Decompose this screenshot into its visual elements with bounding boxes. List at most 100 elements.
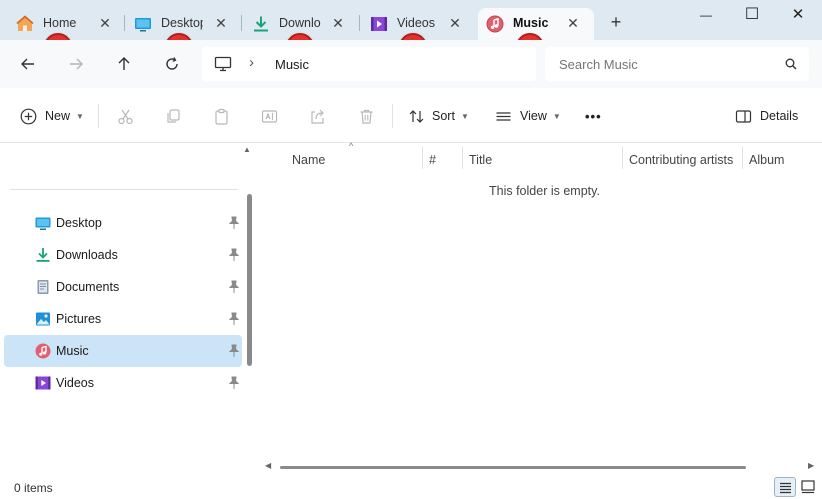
sidebar-item-label: Desktop [56,216,102,230]
pin-icon[interactable] [228,280,240,294]
details-label: Details [760,109,799,123]
pin-icon[interactable] [228,216,240,230]
rename-button[interactable] [261,104,278,128]
sidebar-item-music[interactable]: Music [4,335,242,367]
sort-label: Sort [432,109,455,123]
column-divider[interactable] [622,147,623,169]
videos-icon [35,376,51,390]
navigation-bar: › Music [0,40,822,88]
tab-label: Videos [397,16,435,30]
new-tab-button[interactable]: + [606,12,626,32]
divider [98,104,99,128]
paste-button[interactable] [213,104,230,128]
close-icon[interactable]: ✕ [329,14,347,32]
divider [10,189,238,190]
refresh-icon [166,57,178,70]
close-window-button[interactable]: ✕ [775,0,821,32]
trash-icon [360,109,373,124]
sidebar-item-documents[interactable]: Documents [4,271,242,303]
column-divider[interactable] [742,147,743,169]
sidebar-item-label: Downloads [56,248,118,262]
column-divider[interactable] [462,147,463,169]
horizontal-scrollbar-thumb[interactable] [280,466,746,469]
close-icon[interactable]: ✕ [212,14,230,32]
new-button[interactable]: New ▼ [20,104,84,128]
scroll-left-arrow[interactable]: ◀ [265,461,271,470]
column-divider[interactable] [422,147,423,169]
pin-icon[interactable] [228,376,240,390]
chevron-down-icon: ▼ [460,111,469,121]
breadcrumb-music[interactable]: Music [275,57,309,72]
copy-icon [167,108,180,123]
close-icon[interactable]: ✕ [96,14,114,32]
sidebar-item-label: Music [56,344,89,358]
new-label: New [45,109,71,123]
maximize-button[interactable]: ☐ [729,0,775,32]
command-bar: New ▼ Sort ▼ View ▼ ••• Details [0,88,822,143]
chevron-down-icon: ▼ [552,111,561,121]
share-button[interactable] [309,104,326,128]
pin-icon[interactable] [228,344,240,358]
tab-label: Downlo [279,16,321,30]
item-count: 0 items [14,481,53,495]
scroll-up-arrow[interactable]: ▲ [243,145,251,154]
cut-button[interactable] [117,104,134,128]
scissors-icon [118,109,133,124]
sort-button[interactable]: Sort ▼ [408,104,469,128]
sidebar-scrollbar-thumb[interactable] [247,194,252,366]
pictures-icon [36,312,50,326]
pin-icon[interactable] [228,248,240,262]
chevron-down-icon: ▼ [76,111,84,121]
arrow-up-icon [118,57,130,70]
tab-label: Music [513,16,549,30]
column-header-number[interactable]: # [429,149,436,171]
details-view-button[interactable] [774,477,796,497]
scroll-right-arrow[interactable]: ▶ [808,461,814,470]
sidebar-item-videos[interactable]: Videos [4,367,242,399]
tab-divider [124,15,125,31]
delete-button[interactable] [358,104,375,128]
column-header-contributing-artists[interactable]: Contributing artists [629,149,733,171]
column-header-name[interactable]: Name [292,149,325,171]
downloads-icon [36,248,50,262]
close-icon[interactable]: ✕ [564,14,582,32]
search-box[interactable] [545,47,809,81]
sidebar-item-pictures[interactable]: Pictures [4,303,242,335]
sidebar-item-desktop[interactable]: Desktop [4,207,242,239]
more-options-button[interactable]: ••• [585,104,602,128]
view-list-icon [496,111,511,121]
rename-icon [261,109,278,123]
desktop-icon [35,217,51,230]
sidebar-item-label: Videos [56,376,94,390]
pin-icon[interactable] [228,312,240,326]
column-header-title[interactable]: Title [469,149,492,171]
home-icon [16,15,34,31]
sidebar-item-downloads[interactable]: Downloads [4,239,242,271]
address-bar[interactable]: › Music [202,47,536,81]
navigation-pane: Desktop Downloads Documents Pictures Mus… [0,143,257,470]
details-pane-button[interactable]: Details [735,104,798,128]
copy-button[interactable] [165,104,182,128]
view-button[interactable]: View ▼ [495,104,561,128]
documents-icon [37,280,49,294]
monitor-icon [214,56,232,72]
view-label: View [520,109,547,123]
sort-icon [409,109,424,123]
downloads-icon [254,16,268,32]
minimize-button[interactable]: — [683,0,729,32]
refresh-button[interactable] [158,52,186,76]
tiles-view-button[interactable] [798,477,818,497]
forward-button[interactable] [62,52,90,76]
close-icon[interactable]: ✕ [446,14,464,32]
search-input[interactable] [559,55,769,73]
back-button[interactable] [14,52,42,76]
search-icon [785,58,797,70]
videos-icon [371,17,387,31]
tab-label: Desktop [161,16,203,30]
up-button[interactable] [110,52,138,76]
details-view-icon [780,482,791,494]
tiles-view-icon [801,480,815,494]
desktop-icon [135,18,151,32]
breadcrumb-separator: › [249,54,254,71]
column-header-album[interactable]: Album [749,149,784,171]
